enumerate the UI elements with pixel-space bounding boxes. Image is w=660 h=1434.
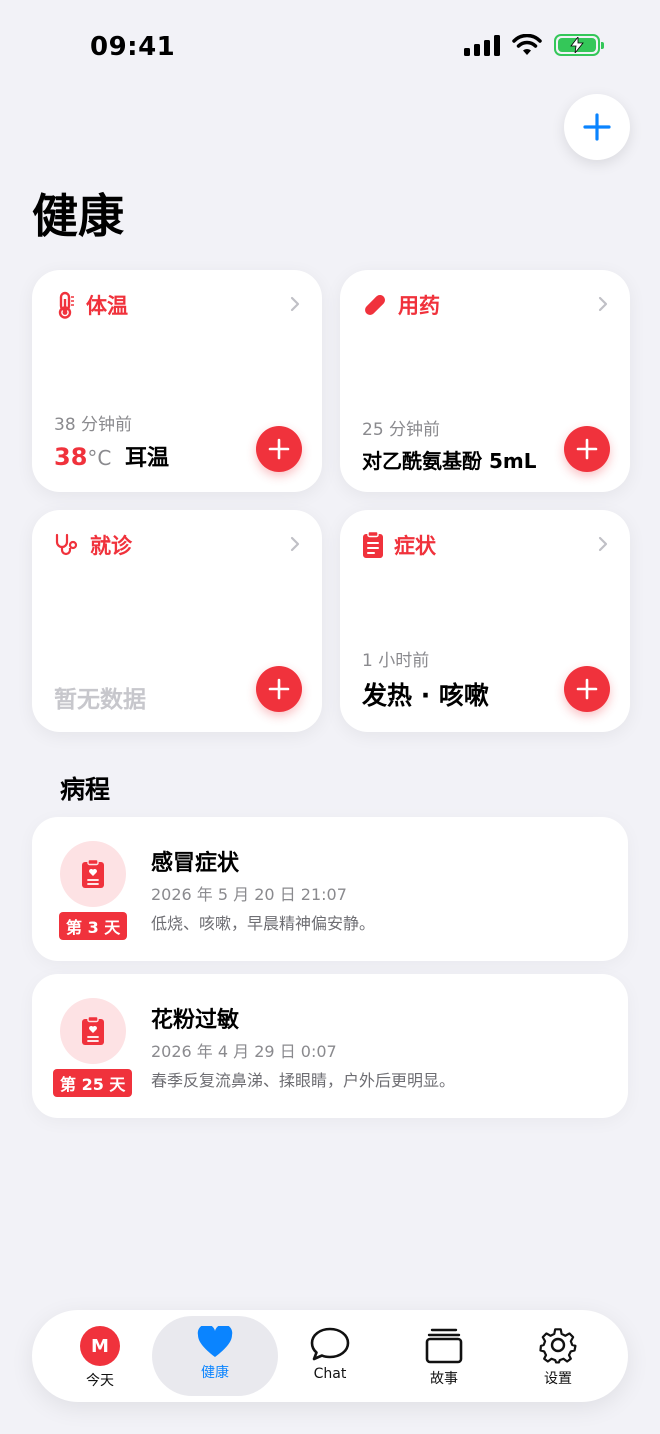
tab-stories[interactable]: 故事	[386, 1316, 502, 1396]
battery-charging-icon	[554, 34, 604, 56]
tab-chat[interactable]: Chat	[272, 1316, 388, 1396]
chat-bubble-icon	[310, 1327, 350, 1361]
stack-icon	[425, 1328, 463, 1364]
tab-label: 今天	[86, 1373, 114, 1389]
temperature-value-row: 38°C 耳温	[54, 440, 169, 472]
temperature-card[interactable]: 体温 38 分钟前 38°C 耳温	[32, 270, 322, 492]
episodes-section-title: 病程	[60, 775, 111, 804]
chevron-right-icon	[290, 296, 300, 312]
episode-icon-circle	[60, 841, 126, 907]
visit-card[interactable]: 就诊 暂无数据	[32, 510, 322, 732]
episode-day-badge: 第 3 天	[59, 912, 128, 940]
medication-time: 25 分钟前	[362, 420, 441, 440]
medication-card[interactable]: 用药 25 分钟前 对乙酰氨基酚 5mL	[340, 270, 630, 492]
temperature-value: 38	[54, 443, 88, 471]
episode-name: 花粉过敏	[151, 1008, 240, 1033]
heart-icon	[197, 1326, 233, 1357]
visit-empty-text: 暂无数据	[54, 687, 146, 713]
temperature-unit: °C	[87, 446, 112, 470]
temperature-method: 耳温	[125, 446, 170, 471]
clipboard-icon	[363, 531, 383, 558]
episode-description: 春季反复流鼻涕、揉眼睛，户外后更明显。	[151, 1071, 456, 1090]
page-title: 健康	[32, 189, 124, 243]
symptoms-card[interactable]: 症状 1 小时前 发热 · 咳嗽	[340, 510, 630, 732]
add-button[interactable]	[564, 94, 630, 160]
status-time: 09:41	[90, 32, 176, 62]
temperature-card-title: 体温	[86, 294, 128, 318]
medication-card-title: 用药	[398, 294, 440, 318]
add-symptom-button[interactable]	[564, 666, 610, 712]
medication-value: 对乙酰氨基酚 5mL	[362, 449, 537, 473]
tab-bar: M 今天 健康 Chat 故事 设置	[32, 1310, 628, 1402]
tab-today[interactable]: M 今天	[42, 1316, 158, 1396]
thermometer-icon	[58, 291, 74, 319]
visit-card-title: 就诊	[90, 534, 132, 558]
chevron-right-icon	[598, 536, 608, 552]
tab-settings[interactable]: 设置	[500, 1316, 616, 1396]
plus-icon	[268, 678, 290, 700]
episode-item[interactable]: 第 3 天 感冒症状 2026 年 5 月 20 日 21:07 低烧、咳嗽，早…	[32, 817, 628, 961]
clipboard-heart-icon	[82, 1016, 104, 1045]
episode-icon-circle	[60, 998, 126, 1064]
add-temperature-button[interactable]	[256, 426, 302, 472]
plus-icon	[268, 438, 290, 460]
symptoms-card-title: 症状	[394, 534, 436, 558]
add-medication-button[interactable]	[564, 426, 610, 472]
episode-date: 2026 年 4 月 29 日 0:07	[151, 1042, 337, 1061]
episode-name: 感冒症状	[151, 851, 240, 876]
episode-date: 2026 年 5 月 20 日 21:07	[151, 885, 347, 904]
stethoscope-icon	[55, 533, 78, 556]
plus-icon	[576, 438, 598, 460]
tab-label: Chat	[313, 1366, 347, 1382]
tab-label: 设置	[544, 1371, 572, 1387]
episode-day-badge: 第 25 天	[53, 1069, 133, 1097]
gear-icon	[539, 1328, 577, 1364]
episode-description: 低烧、咳嗽，早晨精神偏安静。	[151, 914, 376, 933]
status-bar: 09:41	[0, 0, 660, 96]
wifi-icon	[512, 34, 542, 55]
episode-item[interactable]: 第 25 天 花粉过敏 2026 年 4 月 29 日 0:07 春季反复流鼻涕…	[32, 974, 628, 1118]
plus-icon	[576, 678, 598, 700]
chevron-right-icon	[598, 296, 608, 312]
avatar: M	[80, 1326, 120, 1366]
tab-label: 健康	[201, 1365, 229, 1381]
pill-icon	[365, 295, 385, 315]
symptoms-time: 1 小时前	[362, 651, 430, 671]
chevron-right-icon	[290, 536, 300, 552]
add-visit-button[interactable]	[256, 666, 302, 712]
status-icons	[464, 34, 604, 56]
plus-icon	[583, 113, 611, 141]
symptoms-value: 发热 · 咳嗽	[362, 681, 489, 710]
clipboard-heart-icon	[82, 859, 104, 888]
tab-label: 故事	[430, 1371, 458, 1387]
cellular-signal-icon	[464, 34, 500, 56]
temperature-time: 38 分钟前	[54, 415, 133, 435]
tab-health[interactable]: 健康	[152, 1316, 278, 1396]
